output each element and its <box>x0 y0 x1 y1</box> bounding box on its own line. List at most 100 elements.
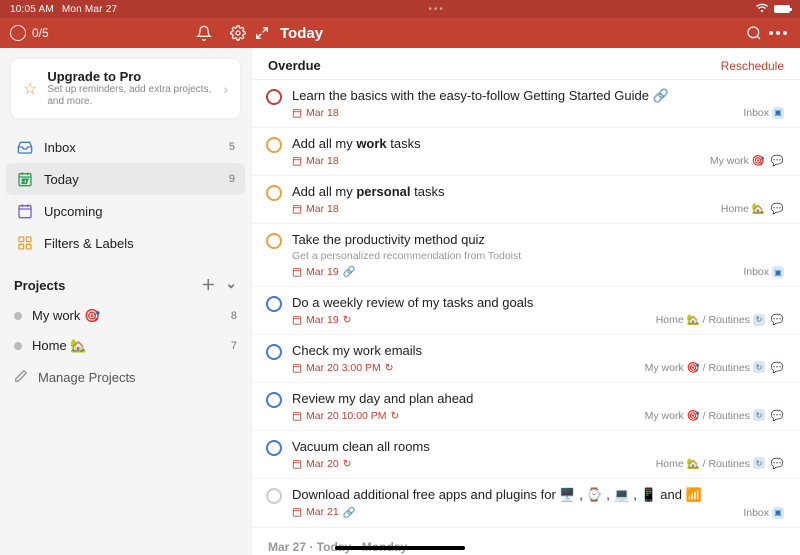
comment-icon: 💬 <box>771 361 784 374</box>
task-date: Mar 20 10:00 PM ↻ <box>292 410 635 422</box>
task-checkbox[interactable] <box>266 488 282 504</box>
upcoming-icon <box>16 202 34 220</box>
task-location: My work 🎯 / Routines ↻💬 <box>645 343 784 374</box>
task-row[interactable]: Take the productivity method quizGet a p… <box>252 224 800 288</box>
manage-projects-label: Manage Projects <box>38 370 136 385</box>
project-color-dot <box>14 342 22 350</box>
task-checkbox[interactable] <box>266 392 282 408</box>
manage-projects[interactable]: Manage Projects <box>0 361 251 394</box>
task-location: Home 🏡 / Routines ↻💬 <box>656 439 784 470</box>
notifications-button[interactable] <box>192 21 216 45</box>
expand-button[interactable] <box>250 21 274 45</box>
task-date: Mar 20 ↻ <box>292 458 646 470</box>
settings-button[interactable] <box>226 21 250 45</box>
task-location: Home 🏡 / Routines ↻💬 <box>656 295 784 326</box>
top-bar: 0/5 Today <box>0 18 800 48</box>
nav-filters[interactable]: Filters & Labels <box>6 227 245 259</box>
task-date: Mar 18 <box>292 203 711 215</box>
task-row[interactable]: Add all my work tasks Mar 18My work 🎯 💬 <box>252 128 800 176</box>
projects-header-label: Projects <box>14 278 65 293</box>
task-checkbox[interactable] <box>266 233 282 249</box>
today-icon: 27 <box>16 170 34 188</box>
project-count: 8 <box>231 310 237 322</box>
task-date: Mar 18 <box>292 107 733 119</box>
task-location: Inbox ▣ <box>743 232 784 279</box>
filters-icon <box>16 234 34 252</box>
task-row[interactable]: Add all my personal tasks Mar 18 Home 🏡 💬 <box>252 176 800 224</box>
sidebar: ☆ Upgrade to Pro Set up reminders, add e… <box>0 48 252 555</box>
task-checkbox[interactable] <box>266 185 282 201</box>
task-subtitle: Get a personalized recommendation from T… <box>292 250 733 264</box>
nav-today-label: Today <box>44 172 79 187</box>
upgrade-title: Upgrade to Pro <box>47 69 213 84</box>
task-location: Home 🏡 💬 <box>721 184 784 215</box>
section-header: Overdue Reschedule <box>252 48 800 80</box>
wifi-icon <box>756 3 768 16</box>
task-date: Mar 19 ↻ <box>292 314 646 326</box>
chevron-right-icon: › <box>223 81 228 97</box>
task-row[interactable]: Vacuum clean all rooms Mar 20 ↻ Home 🏡 / … <box>252 431 800 479</box>
task-title: Add all my work tasks <box>292 136 700 153</box>
main-content: Overdue Reschedule Learn the basics with… <box>252 48 800 555</box>
nav-inbox[interactable]: Inbox 5 <box>6 131 245 163</box>
nav-today[interactable]: 27 Today 9 <box>6 163 245 195</box>
nav-upcoming-label: Upcoming <box>44 204 103 219</box>
task-title: Vacuum clean all rooms <box>292 439 646 456</box>
progress-text: 0/5 <box>32 26 49 40</box>
nav-today-count: 9 <box>229 173 235 185</box>
search-button[interactable] <box>742 21 766 45</box>
task-date: Mar 21 🔗 <box>292 506 733 519</box>
task-date: Mar 20 3:00 PM ↻ <box>292 362 635 374</box>
task-title: Do a weekly review of my tasks and goals <box>292 295 646 312</box>
inbox-badge-icon: ▣ <box>772 266 784 278</box>
task-row[interactable]: Review my day and plan ahead Mar 20 10:0… <box>252 383 800 431</box>
routine-badge-icon: ↻ <box>753 314 765 326</box>
nav-upcoming[interactable]: Upcoming <box>6 195 245 227</box>
task-row[interactable]: Check my work emails Mar 20 3:00 PM ↻My … <box>252 335 800 383</box>
project-item[interactable]: My work 🎯 8 <box>0 301 251 331</box>
date-header: Mar 27 · Today · Monday <box>252 528 800 555</box>
task-title: Review my day and plan ahead <box>292 391 635 408</box>
task-checkbox[interactable] <box>266 440 282 456</box>
battery-icon <box>774 5 790 13</box>
task-checkbox[interactable] <box>266 89 282 105</box>
upgrade-card[interactable]: ☆ Upgrade to Pro Set up reminders, add e… <box>10 58 241 119</box>
project-label: Home 🏡 <box>32 338 86 354</box>
progress-ring-icon <box>10 25 26 41</box>
routine-badge-icon: ↻ <box>753 457 765 469</box>
comment-icon: 💬 <box>771 154 784 167</box>
progress-indicator[interactable]: 0/5 <box>10 25 49 41</box>
comment-icon: 💬 <box>771 409 784 422</box>
page-title: Today <box>280 25 323 42</box>
task-location: Inbox ▣ <box>743 88 784 119</box>
reschedule-button[interactable]: Reschedule <box>721 59 784 73</box>
task-checkbox[interactable] <box>266 344 282 360</box>
project-count: 7 <box>231 340 237 352</box>
project-label: My work 🎯 <box>32 308 100 324</box>
task-row[interactable]: Do a weekly review of my tasks and goals… <box>252 287 800 335</box>
multitask-dots: ••• <box>117 4 756 15</box>
task-checkbox[interactable] <box>266 137 282 153</box>
task-row[interactable]: Learn the basics with the easy-to-follow… <box>252 80 800 128</box>
nav-inbox-count: 5 <box>229 141 235 153</box>
collapse-projects-button[interactable]: ⌄ <box>225 275 237 295</box>
home-indicator[interactable] <box>335 546 465 550</box>
status-date: Mon Mar 27 <box>62 4 117 15</box>
status-bar: 10:05 AM Mon Mar 27 ••• <box>0 0 800 18</box>
pencil-icon <box>14 369 28 386</box>
nav-filters-label: Filters & Labels <box>44 236 134 251</box>
project-item[interactable]: Home 🏡 7 <box>0 331 251 361</box>
task-row[interactable]: Download additional free apps and plugin… <box>252 479 800 528</box>
task-location: My work 🎯 / Routines ↻💬 <box>645 391 784 422</box>
more-button[interactable] <box>766 21 790 45</box>
add-project-button[interactable]: ＋ <box>201 275 215 295</box>
comment-icon: 💬 <box>771 313 784 326</box>
inbox-icon <box>16 138 34 156</box>
inbox-badge-icon: ▣ <box>772 107 784 119</box>
task-title: Download additional free apps and plugin… <box>292 487 733 504</box>
task-checkbox[interactable] <box>266 296 282 312</box>
task-title: Add all my personal tasks <box>292 184 711 201</box>
upgrade-subtitle: Set up reminders, add extra projects, an… <box>47 84 213 108</box>
task-title: Take the productivity method quiz <box>292 232 733 249</box>
task-location: My work 🎯 💬 <box>710 136 784 167</box>
